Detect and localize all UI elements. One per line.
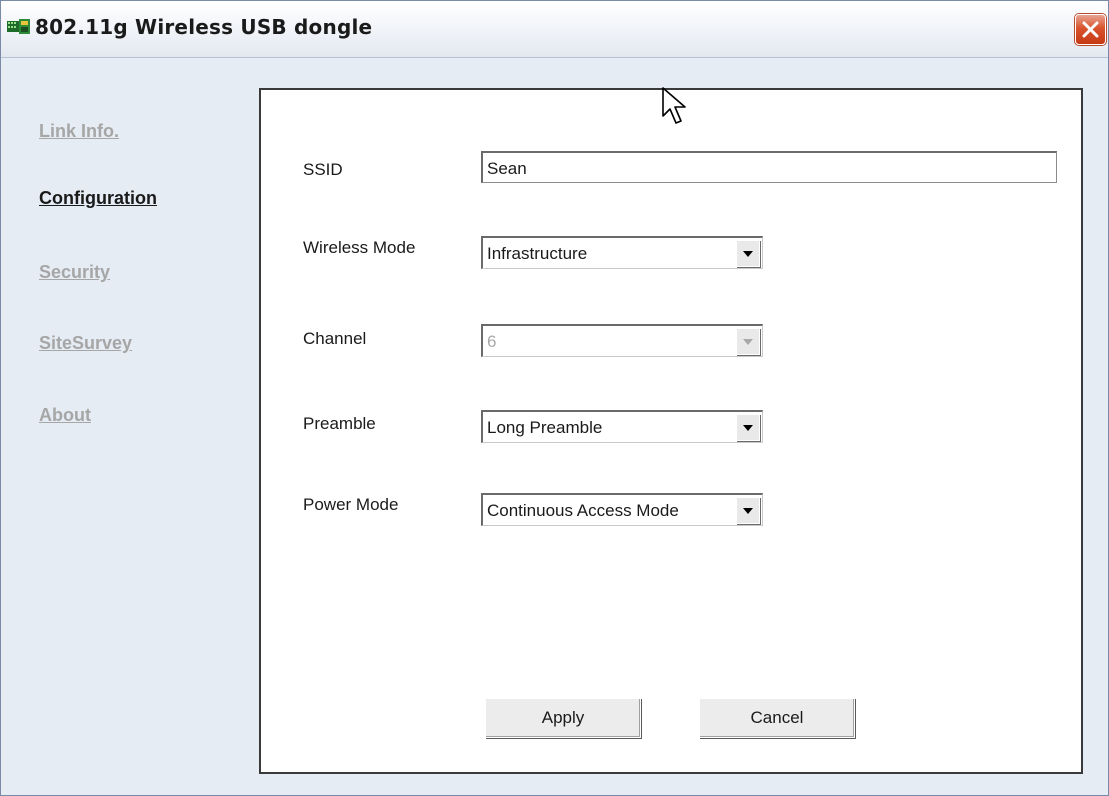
wireless-mode-value: Infrastructure — [487, 244, 588, 263]
configuration-panel: SSID Sean Wireless Mode Infrastructure C… — [259, 87, 1083, 774]
app-window: 802.11g Wireless USB dongle Link Info. C… — [0, 0, 1109, 796]
preamble-label: Preamble — [303, 414, 376, 433]
channel-label: Channel — [303, 329, 367, 348]
sidebar-item-sitesurvey[interactable]: SiteSurvey — [39, 333, 132, 354]
power-mode-select[interactable]: Continuous Access Mode — [481, 493, 763, 526]
chevron-down-icon[interactable] — [736, 497, 760, 524]
preamble-value: Long Preamble — [487, 418, 603, 437]
sidebar-item-link-info[interactable]: Link Info. — [39, 121, 119, 142]
close-button[interactable] — [1075, 14, 1106, 45]
sidebar-item-security[interactable]: Security — [39, 262, 110, 283]
cancel-button[interactable]: Cancel — [699, 698, 855, 738]
apply-button[interactable]: Apply — [485, 698, 641, 738]
sidebar-item-about[interactable]: About — [39, 405, 91, 426]
sidebar-item-configuration[interactable]: Configuration — [39, 188, 157, 209]
mouse-pointer-icon — [662, 87, 686, 124]
window-title: 802.11g Wireless USB dongle — [35, 15, 373, 39]
network-card-icon — [7, 18, 31, 36]
ssid-label: SSID — [303, 160, 343, 179]
close-icon — [1082, 21, 1099, 38]
chevron-down-icon — [736, 328, 760, 355]
wireless-mode-label: Wireless Mode — [303, 238, 416, 257]
channel-value: 6 — [487, 332, 497, 351]
power-mode-label: Power Mode — [303, 495, 399, 514]
preamble-select[interactable]: Long Preamble — [481, 410, 763, 443]
wireless-mode-select[interactable]: Infrastructure — [481, 236, 763, 269]
power-mode-value: Continuous Access Mode — [487, 501, 679, 520]
channel-select: 6 — [481, 324, 763, 357]
title-bar[interactable]: 802.11g Wireless USB dongle — [1, 1, 1108, 58]
ssid-input[interactable]: Sean — [481, 151, 1057, 183]
chevron-down-icon[interactable] — [736, 240, 760, 267]
chevron-down-icon[interactable] — [736, 414, 760, 441]
